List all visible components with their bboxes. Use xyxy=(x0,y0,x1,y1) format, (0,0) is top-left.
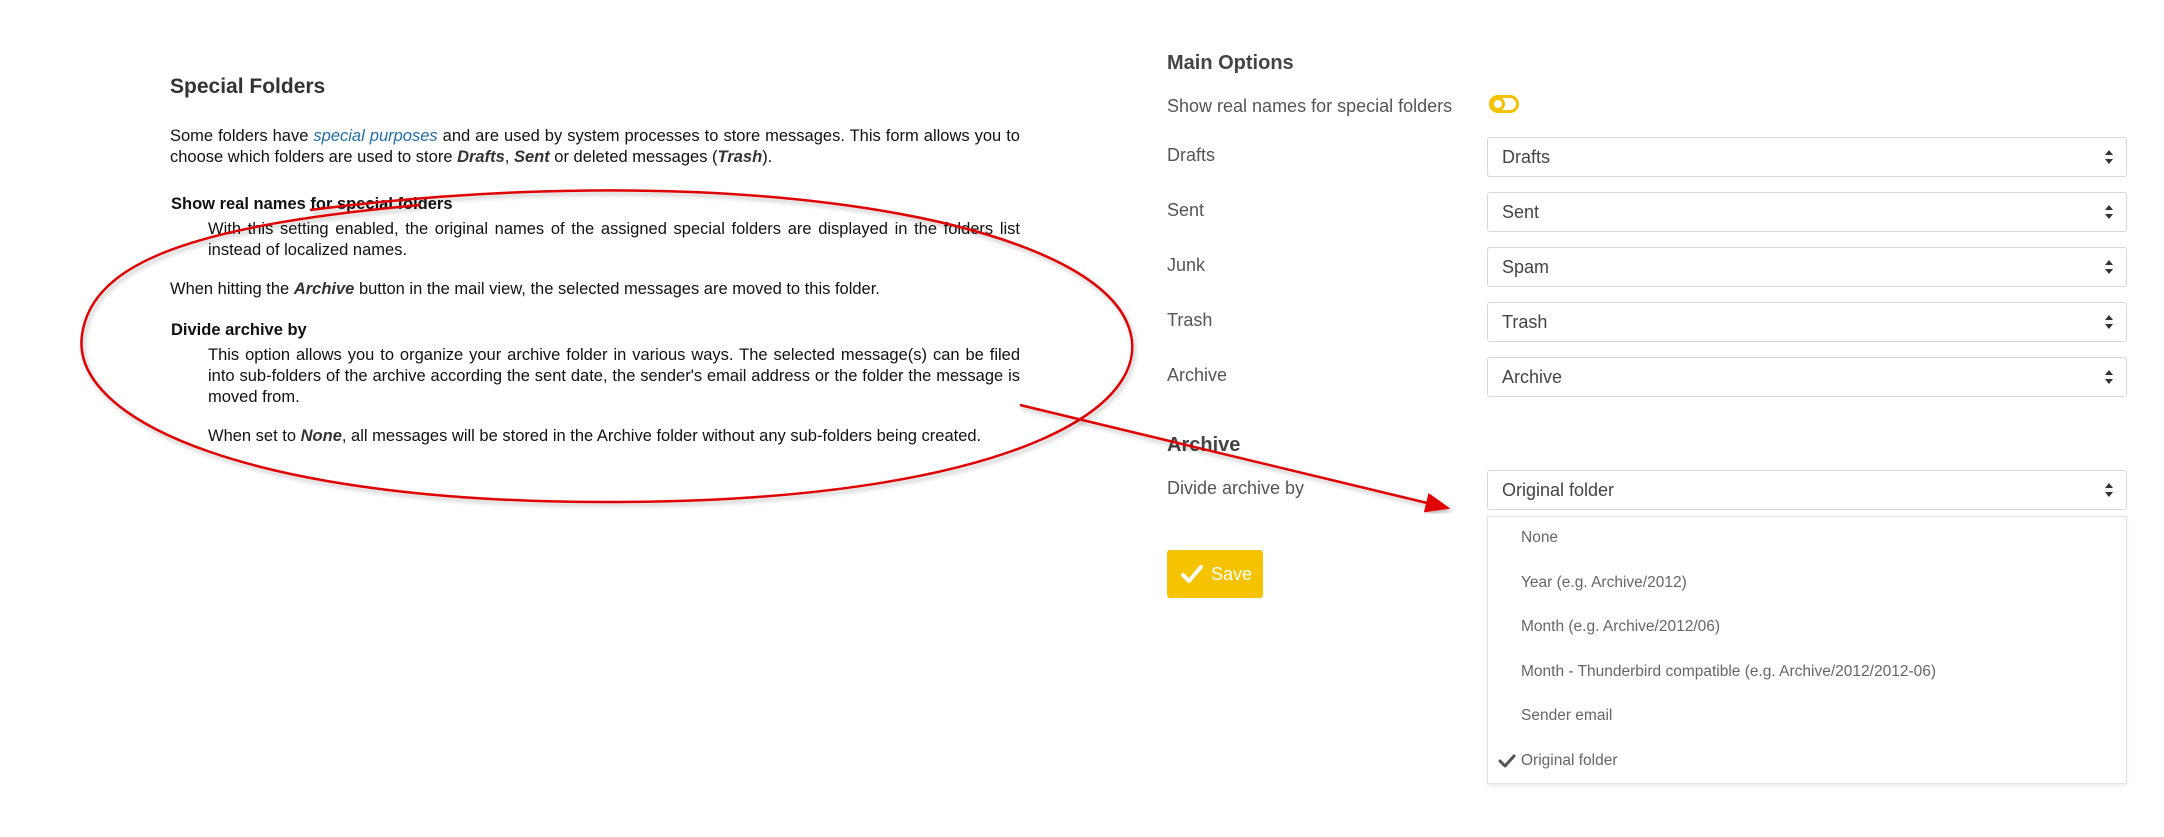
settings-form: Main Options Show real names for special… xyxy=(1167,0,2137,837)
drafts-select[interactable]: Drafts xyxy=(1487,137,2127,177)
divide-archive-select-value: Original folder xyxy=(1502,480,1615,500)
divide-archive-label: Divide archive by xyxy=(1167,478,1305,498)
drafts-label: Drafts xyxy=(1167,145,1216,165)
help-divide-title: Divide archive by xyxy=(171,321,307,339)
option-sender-email[interactable]: Sender email xyxy=(1521,707,1612,725)
sent-label: Sent xyxy=(1167,200,1205,220)
junk-select-value: Spam xyxy=(1502,257,1550,277)
special-purposes-link[interactable]: special purposes xyxy=(313,127,437,145)
help-divide-note: When set to None, all messages will be s… xyxy=(208,427,982,445)
option-year[interactable]: Year (e.g. Archive/2012) xyxy=(1521,574,1687,592)
option-month[interactable]: Month (e.g. Archive/2012/06) xyxy=(1521,618,1720,636)
show-real-names-toggle[interactable] xyxy=(1489,95,1519,113)
divide-archive-options: None Year (e.g. Archive/2012) Month (e.g… xyxy=(1487,516,2127,784)
sent-select-value: Sent xyxy=(1502,202,1540,222)
sort-arrows-icon xyxy=(2105,370,2113,384)
trash-select-value: Trash xyxy=(1502,312,1548,332)
junk-select[interactable]: Spam xyxy=(1487,247,2127,287)
trash-select[interactable]: Trash xyxy=(1487,302,2127,342)
option-month-thunderbird[interactable]: Month - Thunderbird compatible (e.g. Arc… xyxy=(1521,663,1936,681)
archive-section-title: Archive xyxy=(1167,434,1241,456)
help-show-real-names-body: With this setting enabled, the original … xyxy=(208,220,1020,259)
sort-arrows-icon xyxy=(2105,150,2113,164)
main-options-title: Main Options xyxy=(1167,52,1294,74)
check-icon xyxy=(1498,754,1516,768)
help-divide-body: This option allows you to organize your … xyxy=(208,346,1020,406)
save-button[interactable]: Save xyxy=(1167,550,1263,598)
help-panel: Special Folders Some folders have specia… xyxy=(170,74,1020,457)
divide-archive-select[interactable]: Original folder xyxy=(1487,470,2127,510)
archive-label: Archive xyxy=(1167,365,1228,385)
sort-arrows-icon xyxy=(2105,483,2113,497)
sort-arrows-icon xyxy=(2105,205,2113,219)
archive-select-value: Archive xyxy=(1502,367,1563,387)
toggle-knob xyxy=(1491,97,1505,111)
help-show-real-names-title: Show real names for special folders xyxy=(171,195,453,213)
sent-select[interactable]: Sent xyxy=(1487,192,2127,232)
trash-label: Trash xyxy=(1167,310,1213,330)
help-title: Special Folders xyxy=(170,75,326,98)
check-icon xyxy=(1181,565,1203,583)
save-button-label: Save xyxy=(1211,564,1253,584)
drafts-select-value: Drafts xyxy=(1502,147,1551,167)
sort-arrows-icon xyxy=(2105,315,2113,329)
option-none[interactable]: None xyxy=(1521,529,1558,547)
help-archive-line: When hitting the Archive button in the m… xyxy=(170,280,880,298)
archive-select[interactable]: Archive xyxy=(1487,357,2127,397)
show-real-names-label: Show real names for special folders xyxy=(1167,96,1453,116)
option-original-folder[interactable]: Original folder xyxy=(1521,752,1618,770)
sort-arrows-icon xyxy=(2105,260,2113,274)
help-intro: Some folders have special purposes and a… xyxy=(170,127,1020,166)
junk-label: Junk xyxy=(1167,255,1206,275)
